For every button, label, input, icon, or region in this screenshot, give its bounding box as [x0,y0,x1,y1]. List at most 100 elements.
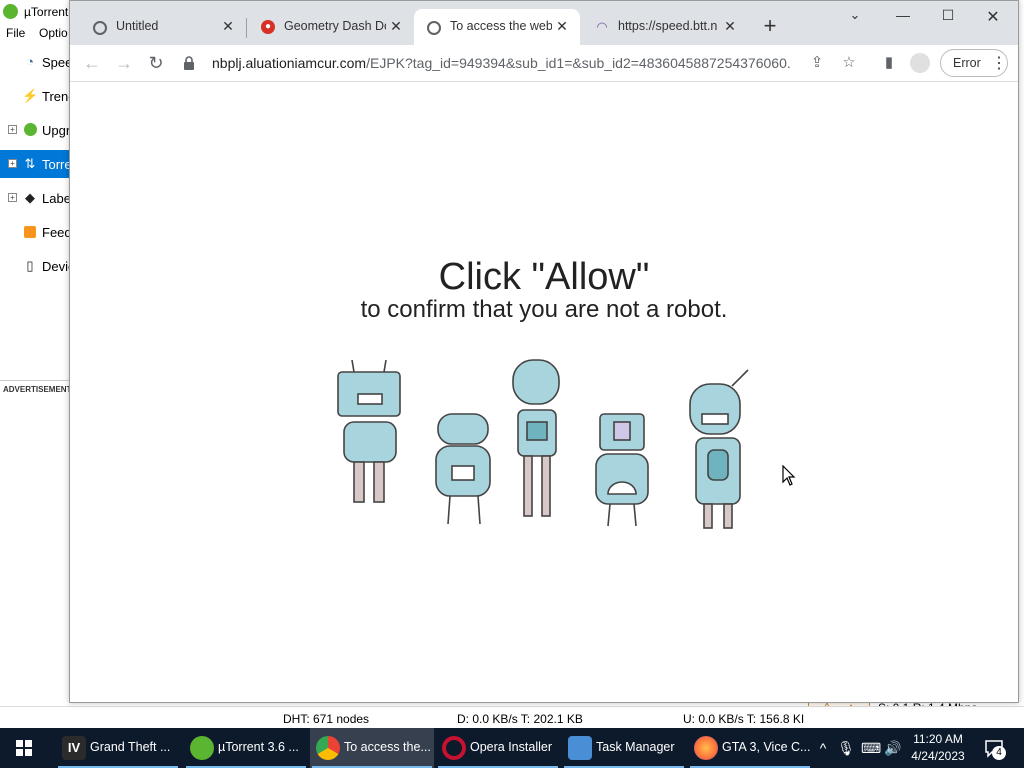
device-icon: ▯ [26,258,34,273]
chrome-icon [316,736,340,760]
clock-time: 11:20 AM [913,732,963,746]
bookmark-star-icon[interactable]: ☆ [840,54,858,72]
tab-title: Untitled [116,19,159,33]
side-panel-icon[interactable]: ▮ [880,54,898,72]
speedtest-icon: ◠ [596,19,608,34]
more-menu-icon[interactable]: ⋮ [991,53,1007,73]
menu-options[interactable]: Optio [39,26,68,40]
gta4-icon: IV [62,736,86,760]
minimize-button[interactable]: — [888,7,918,27]
close-icon[interactable]: ✕ [220,18,236,34]
expand-icon[interactable]: + [8,159,17,168]
new-tab-button[interactable]: + [758,15,782,39]
tab-to-access[interactable]: To access the webs ✕ [414,9,580,45]
error-label: Error [953,56,981,70]
tab-title: https://speed.btt.n [618,19,718,33]
taskbar: IV Grand Theft ... µTorrent 3.6 ... To a… [0,728,1024,768]
windows-logo-icon [16,740,32,756]
lightning-icon: ⚡ [22,88,39,103]
tab-untitled[interactable]: Untitled ✕ [80,9,246,45]
taskbar-item-opera-installer[interactable]: Opera Installer [436,728,560,768]
address-bar[interactable]: nbplj.aluationiamcur.com/EJPK?tag_id=949… [178,48,798,78]
utorrent-title: µTorrent [24,5,69,19]
utorrent-logo-icon [3,4,18,19]
mouse-cursor-icon [782,465,796,486]
sidebar-item-torrents[interactable]: + ⇅ Torre [0,150,72,178]
firefox-icon [694,736,718,760]
menu-file[interactable]: File [6,26,25,40]
advertisement-label: ADVERTISEMENT [3,385,72,394]
taskbar-item-gta4[interactable]: IV Grand Theft ... [56,728,180,768]
profile-error-button[interactable]: Error ⋮ [940,49,1008,77]
chrome-window: Untitled ✕ ● Geometry Dash Do ✕ To acces… [69,0,1019,703]
taskbar-label: Task Manager [596,740,675,754]
tab-title: To access the webs [450,19,552,33]
dht-status: DHT: 671 nodes [283,712,370,726]
utorrent-sidebar: ◔ Spee ⚡ Trenc + Upgr + ⇅ Torre + ◆ Labe… [0,44,75,381]
sidebar-item-labels[interactable]: + ◆ Labe [0,184,71,212]
tag-icon: ◆ [25,190,35,205]
torrent-icon: ⇅ [24,156,36,171]
sidebar-item-feeds[interactable]: Feed [0,218,72,246]
expand-icon[interactable]: + [8,193,17,202]
taskbar-item-utorrent[interactable]: µTorrent 3.6 ... [184,728,308,768]
globe-icon [93,21,107,35]
utorrent-icon [22,122,38,138]
tab-strip: Untitled ✕ ● Geometry Dash Do ✕ To acces… [70,1,1018,45]
tab-search-button[interactable]: ⌄ [840,7,870,27]
clock-date: 4/24/2023 [911,749,965,763]
expand-icon[interactable]: + [8,125,17,134]
network-icon[interactable]: ⌨ [861,739,881,757]
forward-button[interactable]: → [112,51,136,75]
tab-title: Geometry Dash Do [284,19,386,33]
show-hidden-icons-chevron-icon[interactable]: ^ [814,739,832,757]
sidebar-item-devices[interactable]: ▯ Devic [0,252,74,280]
taskbar-item-task-manager[interactable]: Task Manager [562,728,686,768]
page-content: Click "Allow" to confirm that you are no… [70,82,1018,702]
lock-icon[interactable] [182,56,196,70]
globe-icon [427,21,441,35]
back-button[interactable]: ← [80,51,104,75]
taskbar-item-chrome[interactable]: To access the... [310,728,434,768]
sidebar-label: Spee [42,55,73,70]
url-text: nbplj.aluationiamcur.com/EJPK?tag_id=949… [212,55,792,71]
utorrent-icon [190,736,214,760]
url-host: nbplj.aluationiamcur.com [212,55,367,71]
system-clock[interactable]: 11:20 AM 4/24/2023 [906,731,970,765]
notification-count-badge: 4 [992,746,1006,760]
taskbar-label: To access the... [344,740,431,754]
sidebar-item-speed[interactable]: ◔ Spee [0,48,73,76]
taskbar-item-firefox[interactable]: GTA 3, Vice C... [688,728,812,768]
sidebar-item-upgrade[interactable]: + Upgr [0,116,70,144]
reload-button[interactable]: ↻ [144,51,168,75]
sidebar-label: Feed [42,225,72,240]
url-path: /EJPK?tag_id=949394&sub_id1=&sub_id2=483… [366,55,792,71]
tab-speedtest[interactable]: ◠ https://speed.btt.n ✕ [582,9,748,45]
sidebar-label: Labe [42,191,71,206]
task-manager-icon [568,736,592,760]
sidebar-item-trending[interactable]: ⚡ Trenc [0,82,75,110]
maximize-button[interactable]: ☐ [933,7,963,27]
close-icon[interactable]: ✕ [722,18,738,34]
start-button[interactable] [0,728,48,768]
browser-toolbar: ← → ↻ nbplj.aluationiamcur.com/EJPK?tag_… [70,45,1018,82]
profile-avatar-icon[interactable] [910,53,930,73]
taskbar-label: µTorrent 3.6 ... [218,740,299,754]
geometry-dash-icon: ● [261,20,275,34]
download-status: D: 0.0 KB/s T: 202.1 KB [457,712,583,726]
page-headline: Click "Allow" [438,256,650,298]
taskbar-label: Grand Theft ... [90,740,171,754]
speed-icon: ◔ [26,54,34,69]
robots-illustration [337,359,749,529]
utorrent-statusbar: DHT: 671 nodes D: 0.0 KB/s T: 202.1 KB U… [0,706,1024,729]
tab-geometry-dash[interactable]: ● Geometry Dash Do ✕ [248,9,414,45]
rss-icon [22,224,38,240]
volume-icon[interactable]: 🔊 [884,739,902,757]
share-icon[interactable]: ⇪ [808,54,826,72]
close-icon[interactable]: ✕ [388,18,404,34]
close-icon[interactable]: ✕ [554,18,570,34]
microphone-icon[interactable]: 🎙 [837,739,855,757]
close-window-button[interactable]: ✕ [978,7,1008,27]
taskbar-label: GTA 3, Vice C... [722,740,811,754]
sidebar-label: Torre [42,157,72,172]
